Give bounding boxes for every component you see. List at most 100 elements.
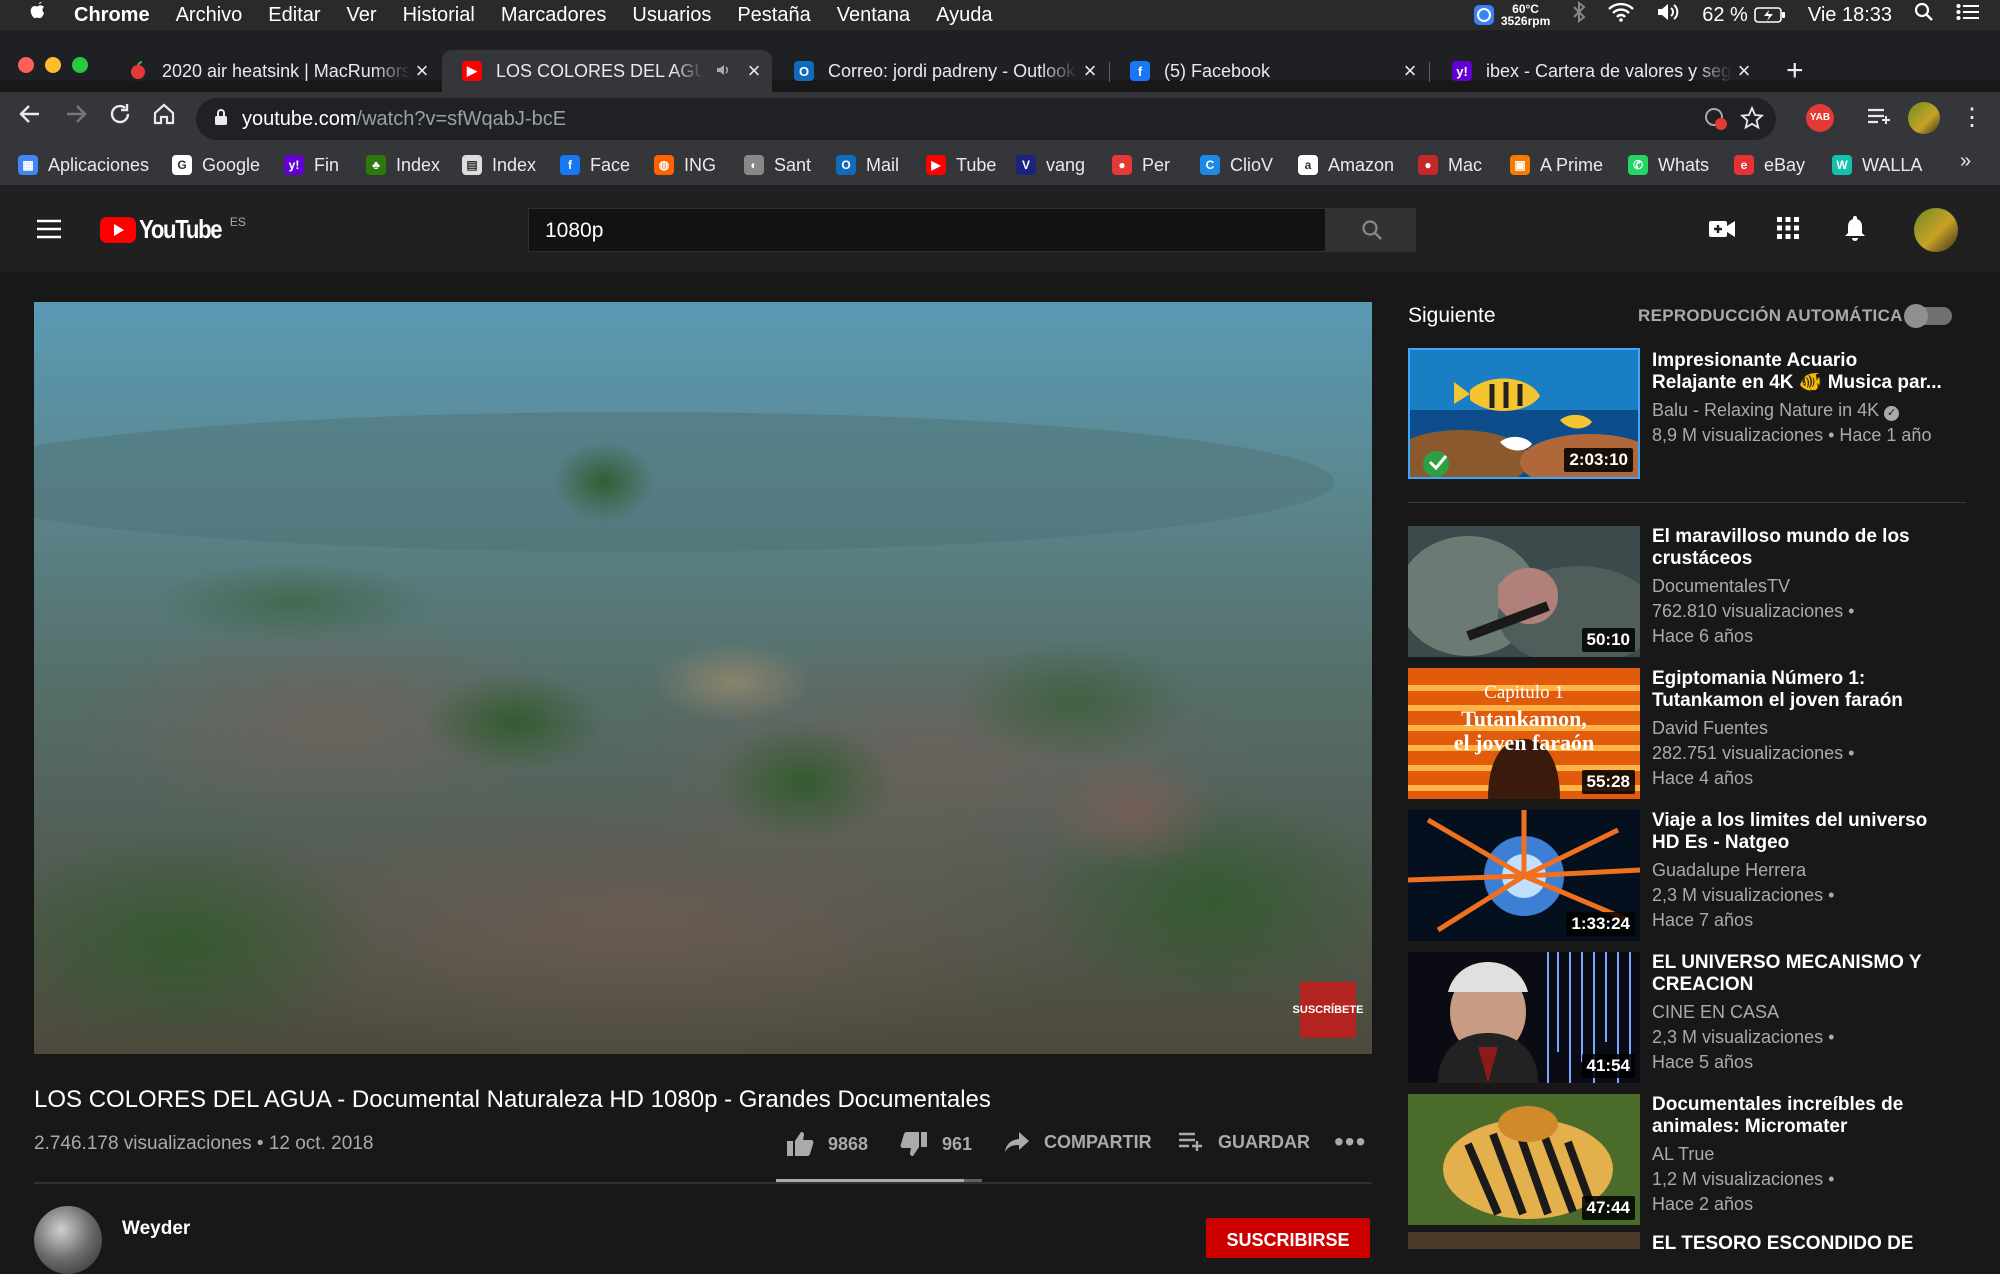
close-icon[interactable]: × (742, 58, 766, 84)
save-button[interactable]: GUARDAR (1178, 1131, 1310, 1153)
apple-menu-icon[interactable] (28, 1, 58, 29)
like-button[interactable]: 9868 (786, 1131, 868, 1157)
autoplay-toggle[interactable] (1904, 304, 1952, 328)
back-button[interactable] (12, 100, 48, 136)
create-video-icon[interactable] (1708, 216, 1736, 247)
menu-marcadores[interactable]: Marcadores (501, 4, 607, 27)
rec-title-line1[interactable]: Impresionante Acuario (1652, 350, 1952, 372)
close-icon[interactable]: × (1398, 58, 1422, 84)
close-icon[interactable]: × (1732, 58, 1756, 84)
rec-title-partial[interactable]: EL TESORO ESCONDIDO DE (1652, 1233, 1952, 1255)
close-window-button[interactable] (18, 57, 34, 73)
chrome-menu-icon[interactable]: ⋮ (1960, 104, 1984, 132)
volume-icon[interactable] (1656, 2, 1680, 28)
yab-extension-icon[interactable]: YAB (1806, 104, 1834, 132)
subscribe-button[interactable]: SUSCRIBIRSE (1206, 1218, 1370, 1258)
rec-channel[interactable]: DocumentalesTV (1652, 576, 1790, 597)
menu-ventana[interactable]: Ventana (837, 4, 910, 27)
bookmark-mac[interactable]: ● Mac (1418, 151, 1482, 179)
rec-title-line2[interactable]: Relajante en 4K 🐠 Musica par... (1652, 372, 1952, 394)
search-button[interactable] (1326, 208, 1416, 252)
bookmarks-overflow-icon[interactable]: » (1960, 150, 1971, 173)
rec-channel[interactable]: CINE EN CASA (1652, 1002, 1779, 1023)
bookmark-ing[interactable]: ◍ ING (654, 151, 716, 179)
share-button[interactable]: COMPARTIR (1004, 1131, 1152, 1153)
menu-ayuda[interactable]: Ayuda (936, 4, 992, 27)
bookmark-fin[interactable]: y! Fin (284, 151, 339, 179)
rec-title-line1[interactable]: Viaje a los limites del universo (1652, 810, 1952, 832)
tab-yahoo-ibex[interactable]: y! ibex - Cartera de valores y seguimien… (1432, 50, 1762, 92)
channel-name[interactable]: Weyder (122, 1218, 190, 1240)
bookmark-cliov[interactable]: C ClioV (1200, 151, 1273, 179)
bookmark-mail[interactable]: O Mail (836, 151, 899, 179)
audio-playing-icon[interactable] (716, 61, 730, 82)
notification-center-icon[interactable] (1956, 3, 1980, 27)
tab-facebook[interactable]: f (5) Facebook × (1110, 50, 1428, 92)
rec-title-line1[interactable]: EL UNIVERSO MECANISMO Y (1652, 952, 1952, 974)
menu-archivo[interactable]: Archivo (176, 4, 243, 27)
rec-channel[interactable]: Balu - Relaxing Nature in 4K ✓ (1652, 400, 1900, 421)
menu-editar[interactable]: Editar (268, 4, 320, 27)
lock-icon[interactable] (214, 108, 228, 126)
bookmark-per[interactable]: ● Per (1112, 151, 1170, 179)
rec-title-line2[interactable]: Tutankamon el joven faraón (1652, 690, 1952, 712)
bookmark-face[interactable]: f Face (560, 151, 630, 179)
new-tab-button[interactable]: + (1786, 54, 1804, 88)
close-icon[interactable]: × (410, 58, 434, 84)
rec-title-line1[interactable]: El maravilloso mundo de los (1652, 526, 1952, 548)
rec-channel[interactable]: David Fuentes (1652, 718, 1768, 739)
wifi-icon[interactable] (1608, 2, 1635, 28)
rec-thumbnail-micromater[interactable]: 47:44 (1408, 1094, 1640, 1225)
bookmark-tube[interactable]: ▶ Tube (926, 151, 996, 179)
address-bar[interactable]: youtube.com/watch?v=sfWqabJ-bcE (196, 98, 1776, 140)
bookmark-vang[interactable]: Vvang (1016, 151, 1085, 179)
menu-pestana[interactable]: Pestaña (737, 4, 810, 27)
rec-thumbnail-crustaceans[interactable]: 50:10 (1408, 526, 1640, 657)
menu-historial[interactable]: Historial (403, 4, 475, 27)
forward-button[interactable] (58, 100, 94, 136)
tab-outlook[interactable]: O Correo: jordi padreny - Outlook × (774, 50, 1108, 92)
minimize-window-button[interactable] (45, 57, 61, 73)
rec-title-line2[interactable]: HD Es - Natgeo (1652, 832, 1952, 854)
rec-thumbnail-mecanismo[interactable]: 41:54 (1408, 952, 1640, 1083)
close-icon[interactable]: × (1078, 58, 1102, 84)
bluetooth-icon[interactable] (1572, 0, 1586, 29)
adblock-icon[interactable] (1704, 107, 1728, 136)
search-input[interactable]: 1080p (528, 208, 1326, 252)
bookmark-star-icon[interactable] (1739, 105, 1765, 135)
tab-macrumors[interactable]: 2020 air heatsink | MacRumors × (108, 50, 440, 92)
rec-channel[interactable]: AL True (1652, 1144, 1714, 1165)
reload-button[interactable] (102, 100, 138, 136)
battery-status[interactable]: 62 % (1702, 4, 1786, 27)
rec-thumbnail-universe[interactable]: 1:33:24 (1408, 810, 1640, 941)
bookmark-whats[interactable]: ✆ Whats (1628, 151, 1709, 179)
rec-thumbnail-tutankamon[interactable]: Capitulo 1 Tutankamon, el joven faraón 55:2… (1408, 668, 1640, 799)
youtube-account-avatar[interactable] (1914, 208, 1958, 252)
bookmark-amazon[interactable]: a Amazon (1298, 151, 1394, 179)
rec-channel[interactable]: Guadalupe Herrera (1652, 860, 1806, 881)
apps-grid-icon[interactable] (1776, 216, 1800, 245)
menu-chrome[interactable]: Chrome (74, 4, 150, 27)
rec-title-line1[interactable]: Egiptomania Número 1: (1652, 668, 1952, 690)
notifications-bell-icon[interactable] (1842, 214, 1868, 247)
rec-thumbnail-partial[interactable] (1408, 1232, 1640, 1249)
hamburger-menu-icon[interactable] (36, 218, 62, 245)
profile-avatar[interactable] (1908, 102, 1940, 134)
bookmark-google[interactable]: G Google (172, 151, 260, 179)
media-controls-icon[interactable] (1866, 106, 1892, 133)
clock[interactable]: Vie 18:33 (1808, 4, 1892, 27)
rec-title-line2[interactable]: CREACION (1652, 974, 1952, 996)
dislike-button[interactable]: 961 (900, 1131, 972, 1157)
bookmark-a-prime[interactable]: ▣ A Prime (1510, 151, 1603, 179)
rec-title-line1[interactable]: Documentales increíbles de (1652, 1094, 1952, 1116)
spotlight-search-icon[interactable] (1914, 2, 1934, 28)
rec-title-line2[interactable]: animales: Micromater (1652, 1116, 1952, 1138)
youtube-logo[interactable]: YouTube ES (100, 214, 246, 245)
menu-ver[interactable]: Ver (347, 4, 377, 27)
rec-title-line2[interactable]: crustáceos (1652, 548, 1952, 570)
bookmark-aplicaciones[interactable]: ▦ Aplicaciones (18, 151, 149, 179)
fan-monitor-icon[interactable]: 60°C 3526rpm (1473, 3, 1550, 27)
home-button[interactable] (146, 100, 182, 136)
bookmark-ebay[interactable]: e eBay (1734, 151, 1805, 179)
bookmark-index[interactable]: ▤ Index (462, 151, 536, 179)
